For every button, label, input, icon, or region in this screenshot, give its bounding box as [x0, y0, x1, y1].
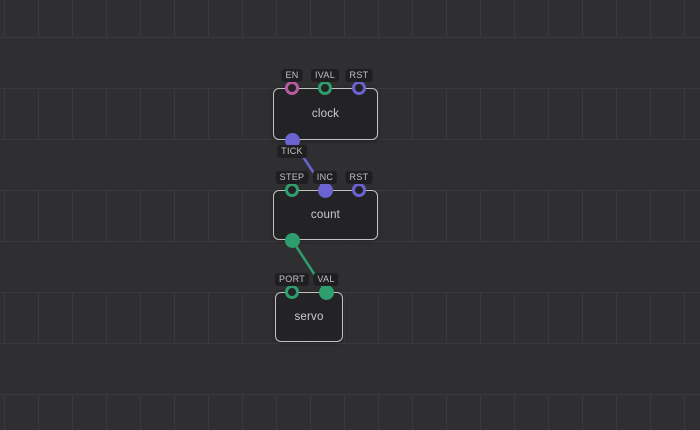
node-label: clock: [312, 108, 339, 120]
pin-label-step: STEP: [276, 171, 309, 184]
input-pin-inc[interactable]: [318, 183, 333, 198]
pin-label-rst: RST: [346, 171, 373, 184]
input-pin-en[interactable]: [285, 81, 299, 95]
pin-label-rst: RST: [346, 69, 373, 82]
node-label: count: [311, 209, 340, 221]
input-pin-step[interactable]: [285, 183, 299, 197]
node-body[interactable]: clock: [273, 88, 378, 140]
node-label: servo: [294, 311, 323, 323]
input-pin-rst[interactable]: [352, 183, 366, 197]
nodes-layer: clockENIVALRSTTICKcountSTEPINCRSTservoPO…: [0, 0, 700, 430]
pin-label-tick: TICK: [277, 145, 307, 158]
node-servo[interactable]: servoPORTVAL: [275, 292, 343, 342]
pin-label-inc: INC: [313, 171, 337, 184]
node-body[interactable]: servo: [275, 292, 343, 342]
input-pin-rst[interactable]: [352, 81, 366, 95]
node-clock[interactable]: clockENIVALRSTTICK: [273, 88, 378, 140]
input-pin-port[interactable]: [285, 285, 299, 299]
node-count[interactable]: countSTEPINCRST: [273, 190, 378, 240]
pin-label-ival: IVAL: [311, 69, 339, 82]
input-pin-val[interactable]: [319, 285, 334, 300]
output-pin-out[interactable]: [285, 233, 300, 248]
pin-label-port: PORT: [275, 273, 309, 286]
patch-canvas[interactable]: clockENIVALRSTTICKcountSTEPINCRSTservoPO…: [0, 0, 700, 430]
pin-label-val: VAL: [313, 273, 338, 286]
input-pin-ival[interactable]: [318, 81, 332, 95]
pin-label-en: EN: [281, 69, 302, 82]
node-body[interactable]: count: [273, 190, 378, 240]
